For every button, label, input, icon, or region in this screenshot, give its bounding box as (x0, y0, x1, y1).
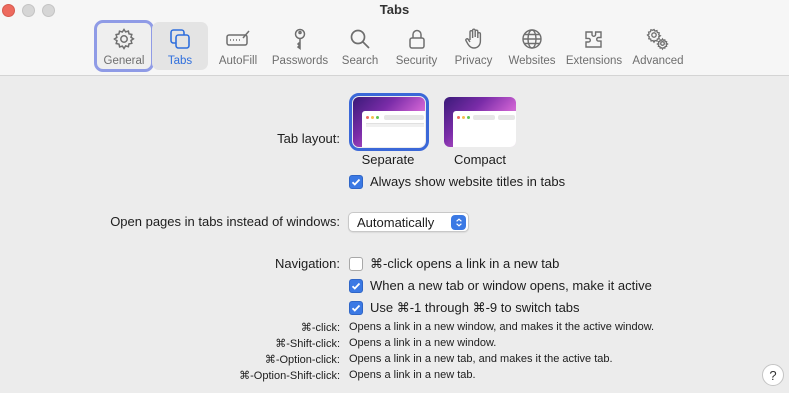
make-new-tab-active-checkbox[interactable]: When a new tab or window opens, make it … (349, 278, 652, 293)
help-button[interactable]: ? (762, 364, 784, 386)
separate-layout-option[interactable] (349, 93, 429, 151)
tab-tabs[interactable]: Tabs (152, 22, 208, 70)
shortcut-key: ⌘-click: (300, 322, 340, 334)
tab-label: Advanced (632, 55, 684, 67)
shortcut-description: Opens a link in a new window. (349, 337, 497, 349)
open-pages-select[interactable]: Automatically (348, 212, 469, 232)
tab-security[interactable]: Security (388, 22, 445, 70)
open-pages-label: Open pages in tabs instead of windows: (110, 214, 340, 229)
tab-label: Passwords (271, 55, 329, 67)
separate-caption: Separate (361, 152, 415, 167)
tab-general[interactable]: General (94, 20, 154, 72)
checkbox-checked (349, 301, 363, 315)
tab-label: General (103, 55, 145, 67)
tabs-icon (165, 26, 195, 52)
autofill-icon (223, 26, 253, 52)
tab-passwords[interactable]: Passwords (268, 22, 332, 70)
search-icon (345, 26, 375, 52)
always-show-titles-checkbox[interactable]: Always show website titles in tabs (349, 174, 565, 189)
gears-icon (643, 26, 673, 52)
checkbox-label: Use ⌘-1 through ⌘-9 to switch tabs (370, 300, 580, 315)
window-toolbar: Tabs General Tabs AutoFill Passwords Sea… (0, 0, 789, 76)
tab-label: Websites (508, 55, 556, 67)
tab-privacy[interactable]: Privacy (445, 22, 502, 70)
lock-icon (402, 26, 432, 52)
tab-label: AutoFill (218, 55, 258, 67)
hand-icon (459, 26, 489, 52)
globe-icon (517, 26, 547, 52)
tab-advanced[interactable]: Advanced (626, 22, 690, 70)
shortcut-description: Opens a link in a new window, and makes … (349, 321, 655, 333)
key-icon (285, 26, 315, 52)
open-pages-value: Automatically (357, 214, 435, 230)
cmd-click-new-tab-checkbox[interactable]: ⌘-click opens a link in a new tab (349, 256, 559, 272)
shortcut-key: ⌘-Option-click: (264, 354, 340, 366)
checkbox-label: Always show website titles in tabs (370, 174, 566, 189)
tab-extensions[interactable]: Extensions (562, 22, 626, 70)
tab-search[interactable]: Search (332, 22, 388, 70)
cmd-number-switch-tabs-checkbox[interactable]: Use ⌘-1 through ⌘-9 to switch tabs (349, 300, 580, 316)
navigation-label: Navigation: (274, 256, 340, 271)
compact-caption: Compact (453, 152, 507, 167)
tab-label: Security (395, 55, 438, 67)
chevron-updown-icon (451, 215, 466, 230)
preferences-tab-bar: General Tabs AutoFill Passwords Search S… (94, 20, 690, 72)
puzzle-icon (579, 26, 609, 52)
tab-websites[interactable]: Websites (502, 22, 562, 70)
shortcut-description: Opens a link in a new tab, and makes it … (349, 353, 613, 365)
checkbox-checked (349, 174, 363, 189)
shortcut-description: Opens a link in a new tab. (349, 369, 476, 381)
window-title: Tabs (379, 2, 410, 17)
gear-icon (109, 26, 139, 52)
tab-label: Privacy (454, 55, 493, 67)
shortcut-key: ⌘-Shift-click: (275, 338, 340, 350)
tab-label: Extensions (565, 55, 623, 67)
shortcut-key: ⌘-Option-Shift-click: (239, 370, 340, 382)
tab-layout-label: Tab layout: (277, 131, 340, 146)
compact-layout-option[interactable] (444, 97, 516, 147)
checkbox-unchecked (349, 257, 363, 271)
tabs-preferences-pane: Tab layout: Separate Compact Always show… (0, 77, 789, 393)
checkbox-label: ⌘-click opens a link in a new tab (370, 256, 560, 271)
checkbox-checked (349, 278, 363, 293)
tab-autofill[interactable]: AutoFill (208, 22, 268, 70)
checkbox-label: When a new tab or window opens, make it … (370, 278, 652, 293)
tab-label: Search (341, 55, 379, 67)
tab-label: Tabs (167, 55, 193, 67)
